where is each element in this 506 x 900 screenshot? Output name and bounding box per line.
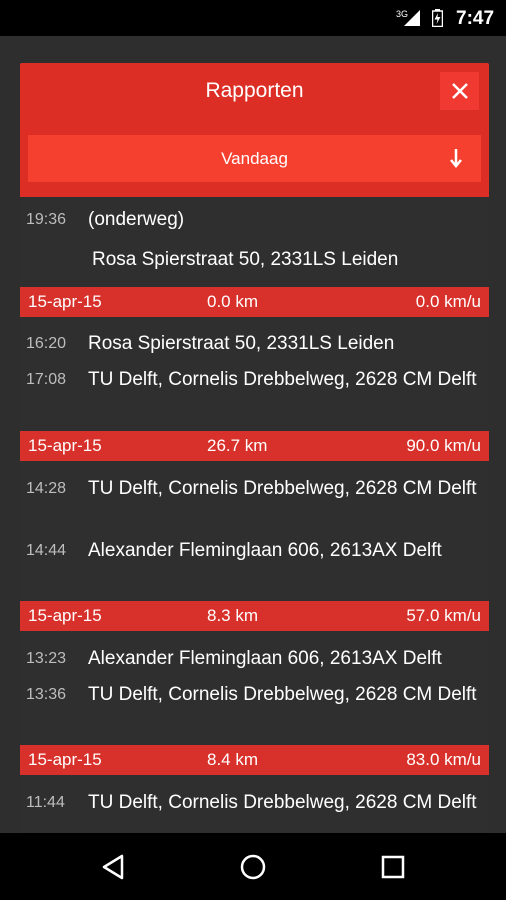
date-filter-select[interactable]: Vandaag [28,135,481,182]
trip-distance: 26.7 km [207,436,268,455]
stop-time: 14:28 [26,480,67,497]
close-icon [451,83,468,99]
stop-address: Alexander Fleminglaan 606, 2613AX Delft [88,540,442,561]
date-filter-value: Vandaag [221,148,288,168]
trip-distance: 0.0 km [207,292,259,311]
signal-icon [404,10,420,26]
stop-time: 13:23 [26,650,67,667]
stop-address: TU Delft, Cornelis Drebbelweg, 2628 CM D… [88,792,477,813]
trip-summary-bar: 15-apr-15 8.4 km 83.0 km/u [20,745,489,775]
trip-stop: 14:28 TU Delft, Cornelis Drebbelweg, 262… [20,461,489,538]
trip-speed: 0.0 km/u [415,292,481,311]
trip-list[interactable]: 19:36 (onderweg) Rosa Spierstraat 50, 23… [20,197,489,833]
trip-item[interactable]: 19:36 (onderweg) Rosa Spierstraat 50, 23… [20,197,489,317]
stop-time: 19:36 [26,211,67,228]
trip-stop: 17:08 TU Delft, Cornelis Drebbelweg, 262… [20,367,489,431]
navigation-bar [0,833,506,900]
trip-stop: 11:44 TU Delft, Cornelis Drebbelweg, 262… [20,775,489,833]
trip-item[interactable]: 16:20 Rosa Spierstraat 50, 2331LS Leiden… [20,317,489,461]
trip-item[interactable]: 13:23 Alexander Fleminglaan 606, 2613AX … [20,631,489,775]
back-icon[interactable] [98,851,130,883]
stop-address: TU Delft, Cornelis Drebbelweg, 2628 CM D… [88,684,477,705]
trip-date: 15-apr-15 [28,436,102,455]
trip-distance: 8.3 km [207,606,259,625]
stop-time: 11:44 [26,794,65,811]
trip-stop: 13:23 Alexander Fleminglaan 606, 2613AX … [20,631,489,682]
trip-speed: 57.0 km/u [406,606,481,625]
dialog-header: Rapporten Vandaag [20,63,489,197]
stop-address: TU Delft, Cornelis Drebbelweg, 2628 CM D… [88,369,477,390]
trip-speed: 90.0 km/u [406,436,481,455]
reports-dialog: Rapporten Vandaag 19:36 (onderweg) Rosa … [20,63,489,833]
trip-date: 15-apr-15 [28,750,102,769]
clock: 7:47 [456,8,495,29]
dialog-title: Rapporten [205,79,304,102]
trip-stop: Rosa Spierstraat 50, 2331LS Leiden [20,247,489,287]
trip-stop: 13:36 TU Delft, Cornelis Drebbelweg, 262… [20,682,489,745]
stop-time: 14:44 [26,542,67,559]
stop-time [26,247,88,287]
trip-distance: 8.4 km [207,750,259,769]
status-bar: 3G 7:47 [0,0,506,36]
battery-icon [432,9,443,27]
trip-stop: 19:36 (onderweg) [20,197,489,247]
stop-address: Alexander Fleminglaan 606, 2613AX Delft [88,648,442,669]
trip-summary-bar: 15-apr-15 26.7 km 90.0 km/u [20,431,489,461]
stop-address: Rosa Spierstraat 50, 2331LS Leiden [88,333,395,354]
trip-stop: 16:20 Rosa Spierstraat 50, 2331LS Leiden [20,317,489,367]
trip-speed: 83.0 km/u [406,750,481,769]
trip-date: 15-apr-15 [28,606,102,625]
trip-summary-bar: 15-apr-15 0.0 km 0.0 km/u [20,287,489,317]
stop-time: 16:20 [26,335,67,352]
trip-stop: 14:44 Alexander Fleminglaan 606, 2613AX … [20,538,489,601]
arrow-down-icon [450,149,462,168]
trip-item[interactable]: 11:44 TU Delft, Cornelis Drebbelweg, 262… [20,775,489,833]
trip-item[interactable]: 14:28 TU Delft, Cornelis Drebbelweg, 262… [20,461,489,631]
stop-address: (onderweg) [88,209,185,230]
trip-summary-bar: 15-apr-15 8.3 km 57.0 km/u [20,601,489,631]
home-icon[interactable] [237,851,269,883]
stop-address: Rosa Spierstraat 50, 2331LS Leiden [92,249,399,270]
recents-icon[interactable] [377,851,409,883]
stop-address: TU Delft, Cornelis Drebbelweg, 2628 CM D… [88,478,477,499]
trip-date: 15-apr-15 [28,292,102,311]
stop-time: 17:08 [26,371,67,388]
stop-time: 13:36 [26,686,67,703]
close-button[interactable] [440,72,479,110]
